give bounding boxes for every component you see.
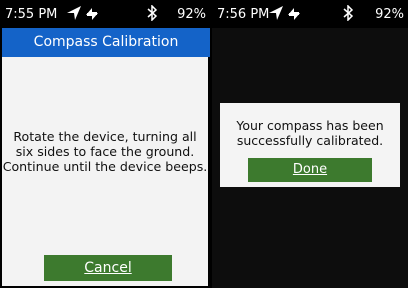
dialog-line: Your compass has been [236, 118, 384, 133]
success-dialog: Your compass has been successfully calib… [220, 103, 400, 187]
dialog-line: successfully calibrated. [236, 133, 384, 148]
bluetooth-icon [147, 5, 158, 21]
cancel-button[interactable]: Cancel [44, 255, 172, 281]
calibration-panel: Rotate the device, turning all six sides… [2, 57, 208, 286]
instruction-text: Rotate the device, turning all six sides… [2, 129, 208, 174]
sync-arrows-icon [288, 8, 300, 20]
status-bar: 7:55 PM 92% [0, 0, 210, 28]
battery-percent: 92% [177, 7, 206, 22]
navigation-arrow-icon [269, 6, 283, 20]
battery-percent: 92% [375, 7, 404, 22]
instruction-line: six sides to face the ground. [15, 144, 195, 159]
instruction-line: Rotate the device, turning all [13, 129, 197, 144]
status-bar: 7:56 PM 92% [212, 0, 408, 28]
calibration-screen: 7:55 PM 92% Compass Calibration Rotate t… [0, 0, 210, 288]
bluetooth-icon [343, 5, 354, 21]
status-time: 7:55 PM [5, 7, 58, 22]
dialog-message: Your compass has been successfully calib… [220, 118, 400, 148]
status-time: 7:56 PM [217, 7, 270, 22]
calibration-complete-screen: 7:56 PM 92% Your compass has been succes… [212, 0, 408, 288]
navigation-arrow-icon [67, 6, 81, 20]
page-title: Compass Calibration [2, 28, 210, 57]
done-button[interactable]: Done [248, 158, 372, 182]
sync-arrows-icon [86, 8, 98, 20]
instruction-line: Continue until the device beeps. [2, 159, 208, 174]
